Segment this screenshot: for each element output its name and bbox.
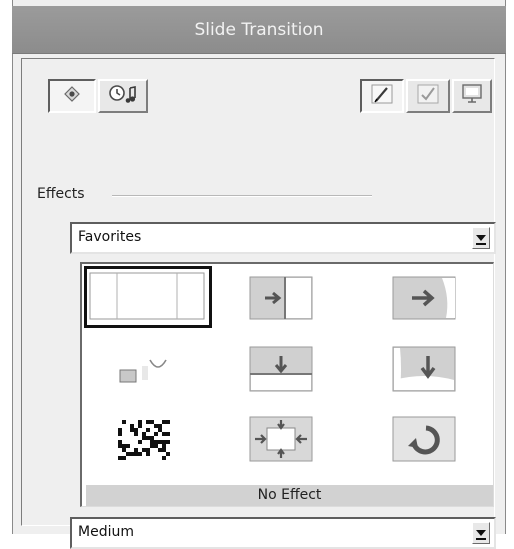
diamond-icon [62,84,82,108]
effects-label: Effects [37,186,85,202]
category-value: Favorites [78,229,142,245]
transition-dissolve[interactable] [112,416,176,462]
clock-music-icon [106,83,140,109]
blank-slide-icon [87,272,209,329]
checker-noise-icon [112,420,176,466]
wipe-right-arrow-icon [392,276,456,324]
checkmark-icon [415,82,441,110]
window-title: Slide Transition [194,20,324,40]
transition-wipe-down[interactable] [392,346,456,392]
transition-push-arrows[interactable] [249,416,313,462]
selected-effect-label: No Effect [86,485,493,506]
chevron-down-icon[interactable] [472,522,490,544]
pencil-icon [369,82,395,110]
preview-tool[interactable] [452,79,492,113]
effects-separator [112,195,372,197]
chevron-down-icon[interactable] [472,227,490,249]
split-down-arrow-icon [249,346,313,396]
transition-grid: No Effect [80,262,494,507]
transition-wipe-right[interactable] [392,276,456,320]
speed-dropdown[interactable]: Medium [70,517,496,549]
wipe-down-arrow-icon [392,346,456,396]
transition-panel: Effects Favorites No Effect Medium [21,58,496,549]
four-arrows-icon [249,416,313,466]
title-bar[interactable]: Slide Transition [12,6,506,54]
timing-sound-tab[interactable] [98,79,148,113]
transition-box-shape[interactable] [112,348,176,392]
effect-category-dropdown[interactable]: Favorites [70,222,496,254]
check-tool[interactable] [406,79,450,113]
speed-value: Medium [78,524,134,540]
transition-split-vertical[interactable] [249,346,313,392]
transition-split-horizontal[interactable] [249,276,313,320]
monitor-icon [460,82,484,110]
effects-tab[interactable] [48,79,96,113]
transition-wheel[interactable] [392,416,456,462]
box-circle-icon [112,349,176,396]
pencil-tool[interactable] [360,79,404,113]
slide-transition-window: Slide Transition Effects Favorites No Ef… [12,0,506,549]
transition-no-effect[interactable] [84,266,212,328]
circular-arrow-icon [392,416,456,466]
split-left-arrow-icon [249,276,313,324]
